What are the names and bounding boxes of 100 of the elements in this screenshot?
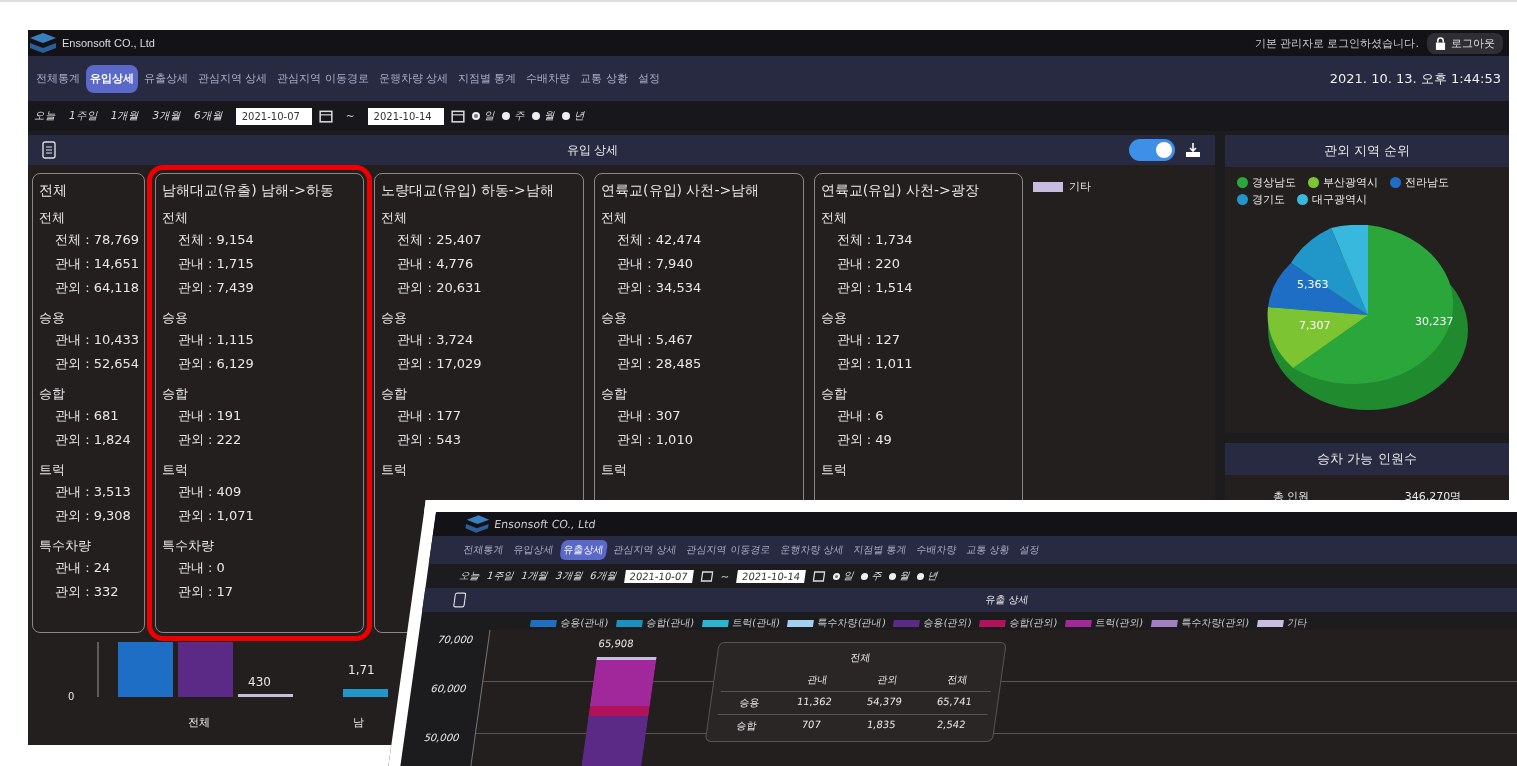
section-heading: 트럭 <box>820 461 848 479</box>
unit-radio[interactable]: 월 <box>888 569 911 583</box>
stat-line: 관내 : 409 <box>176 483 243 501</box>
toggle-switch[interactable] <box>1129 139 1175 161</box>
column-header: 전체 <box>945 673 970 687</box>
nav-tab[interactable]: 지점별 통계 <box>848 540 911 560</box>
table-cell-text: 54,379 <box>865 696 904 709</box>
unit-radio[interactable]: 주 <box>860 569 883 583</box>
section-heading: 전체 <box>601 209 629 227</box>
radio-dot[interactable] <box>832 572 841 580</box>
slice-value-label: 7,307 <box>1299 319 1331 332</box>
range-link[interactable]: 6개월 <box>194 109 223 123</box>
panel-title: 유출 상세 <box>984 593 1030 607</box>
radio-dot[interactable] <box>531 112 540 120</box>
section-heading: 승용 <box>820 309 848 327</box>
stat-line: 관외 : 17,029 <box>396 355 483 373</box>
axis-tick-label: 70,000 <box>437 634 475 645</box>
card-title: 남해대교(유출) 남해->하동 <box>161 182 336 200</box>
logout-button[interactable]: 로그아웃 <box>1427 32 1503 54</box>
range-link[interactable]: 1주일 <box>69 109 98 123</box>
panel-title: 관외 지역 순위 <box>1225 135 1509 167</box>
section-heading: 트럭 <box>39 461 66 479</box>
category-label: 전체 <box>188 715 210 730</box>
radio-dot[interactable] <box>888 572 897 580</box>
nav-tab[interactable]: 전체통계 <box>32 64 84 93</box>
stat-line: 관내 : 6 <box>835 407 885 425</box>
bar <box>343 689 388 697</box>
nav-tab[interactable]: 유입상세 <box>509 540 559 560</box>
nav-tab[interactable]: 교통 상황 <box>576 64 632 93</box>
start-date-field[interactable]: 2021-10-07 <box>623 569 694 583</box>
section-heading: 승합 <box>601 385 629 403</box>
nav-tab[interactable]: 관심지역 이동경로 <box>273 64 373 93</box>
slice-value-label: 5,363 <box>1297 278 1329 291</box>
table-cell-text: 1,835 <box>865 719 898 732</box>
login-message: 기본 관리자로 로그인하셨습니다. <box>1254 35 1419 51</box>
stat-line: 관내 : 14,651 <box>54 255 138 273</box>
calendar-icon[interactable] <box>318 109 333 123</box>
range-link[interactable]: 3개월 <box>554 569 584 583</box>
nav-tab[interactable]: 유출상세 <box>559 540 609 560</box>
axis-tick-label: 0 <box>68 691 75 702</box>
stat-line: 관외 : 52,654 <box>54 355 138 373</box>
nav-tab[interactable]: 설정 <box>1015 540 1045 560</box>
calendar-icon[interactable] <box>450 109 465 123</box>
end-date-field[interactable]: 2021-10-14 <box>736 569 807 583</box>
stat-line: 전체 : 25,407 <box>396 231 483 249</box>
stat-line: 관내 : 1,715 <box>176 255 255 273</box>
nav-tab[interactable]: 관심지역 이동경로 <box>682 540 775 560</box>
legend-swatch <box>1033 181 1064 192</box>
row-label: 승용 <box>737 696 762 710</box>
stat-line: 관외 : 49 <box>835 431 893 449</box>
radio-dot[interactable] <box>916 572 925 580</box>
nav-tab[interactable]: 운행차량 상세 <box>775 540 848 560</box>
document-icon[interactable] <box>452 592 467 608</box>
nav-tab[interactable]: 운행차량 상세 <box>374 64 453 93</box>
range-link[interactable]: 오늘 <box>34 109 56 123</box>
radio-dot[interactable] <box>561 112 570 120</box>
radio-dot[interactable] <box>501 112 510 120</box>
legend-label: 승합(관외) <box>1008 616 1059 630</box>
unit-radio[interactable]: 일 <box>471 109 495 123</box>
range-link[interactable]: 오늘 <box>458 569 481 583</box>
nav-tab[interactable]: 지점별 통계 <box>454 64 521 93</box>
stat-line: 관내 : 220 <box>835 255 902 273</box>
unit-radio[interactable]: 년 <box>916 569 939 583</box>
stat-line: 관내 : 5,467 <box>616 331 694 349</box>
legend-label: 승합(관내) <box>645 616 696 630</box>
unit-radio[interactable]: 일 <box>832 569 855 583</box>
stat-line: 관외 : 34,534 <box>616 279 703 297</box>
range-link[interactable]: 6개월 <box>589 569 618 583</box>
nav-tab[interactable]: 유입상세 <box>86 64 138 93</box>
range-link[interactable]: 1개월 <box>520 569 549 583</box>
unit-radio[interactable]: 년 <box>561 109 585 123</box>
stat-line: 관내 : 1,115 <box>176 331 255 349</box>
nav-tab[interactable]: 수배차량 <box>522 64 575 93</box>
nav-tab[interactable]: 관심지역 상세 <box>609 540 682 560</box>
nav-tab[interactable]: 수배차량 <box>912 540 961 560</box>
range-link[interactable]: 3개월 <box>152 109 182 123</box>
document-icon[interactable] <box>42 141 56 159</box>
stat-line: 관외 : 1,011 <box>835 355 914 373</box>
calendar-icon[interactable] <box>699 570 714 582</box>
nav-tab[interactable]: 관심지역 상세 <box>194 64 272 93</box>
company-name: Ensonsoft CO., Ltd <box>62 37 155 49</box>
legend-label: 기타 <box>1286 616 1308 630</box>
nav-tab[interactable]: 유출상세 <box>140 64 192 93</box>
nav-tab[interactable]: 설정 <box>633 64 664 93</box>
nav-tab[interactable]: 전체통계 <box>459 540 509 560</box>
stat-line: 관외 : 1,071 <box>176 507 255 525</box>
axis-tick-label: 50,000 <box>423 732 462 743</box>
unit-radio[interactable]: 주 <box>501 109 525 123</box>
unit-radio[interactable]: 월 <box>531 109 555 123</box>
stat-line: 관내 : 24 <box>54 559 112 577</box>
calendar-icon[interactable] <box>812 570 827 582</box>
nav-tab[interactable]: 교통 상황 <box>962 540 1015 560</box>
range-link[interactable]: 1개월 <box>110 109 140 123</box>
radio-dot[interactable] <box>860 572 869 580</box>
end-date-field[interactable]: 2021-10-14 <box>367 107 444 125</box>
range-link[interactable]: 1주일 <box>486 569 515 583</box>
section-heading: 승합 <box>820 385 848 403</box>
download-icon[interactable] <box>1185 142 1201 158</box>
radio-dot[interactable] <box>471 112 480 120</box>
start-date-field[interactable]: 2021-10-07 <box>235 107 312 125</box>
